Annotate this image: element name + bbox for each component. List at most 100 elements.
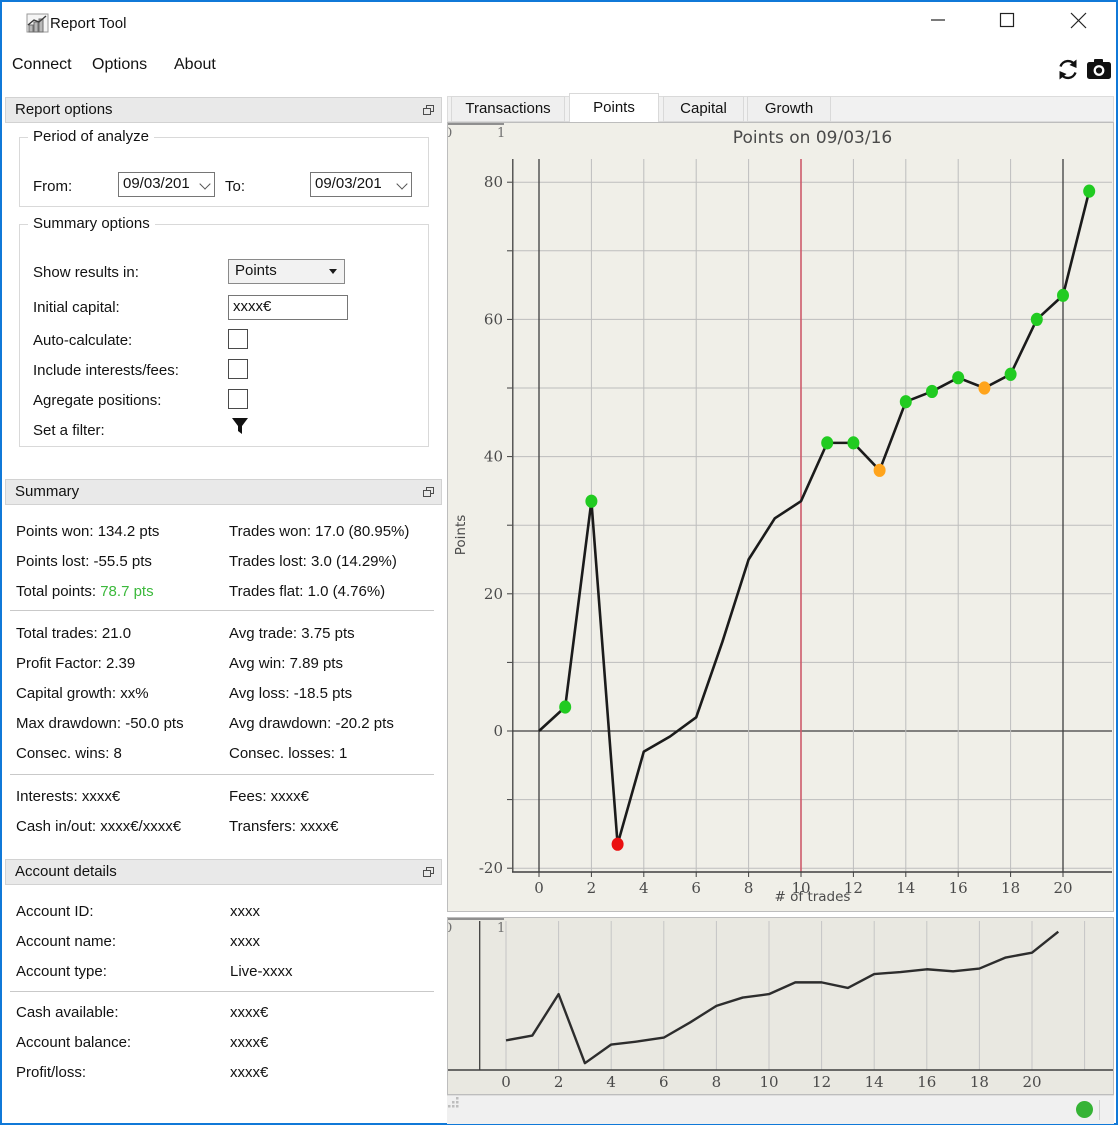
summary-options-group: Summary options Show results in: Points … — [19, 215, 429, 447]
undock-icon[interactable] — [423, 487, 434, 497]
overview-chart-canvas[interactable]: 0 2 4 6 8 10 12 14 16 18 20 0 1 — [447, 917, 1114, 1095]
summary-consec-wins: Consec. wins: 8 — [16, 745, 122, 762]
status-separator — [1099, 1100, 1100, 1120]
tick-label: 0 — [493, 722, 503, 740]
tick-label: 0 — [501, 1073, 511, 1091]
summary-options-legend: Summary options — [28, 215, 155, 232]
summary-max-drawdown: Max drawdown: -50.0 pts — [16, 715, 184, 732]
app-icon — [26, 13, 50, 34]
connection-status-dot — [1076, 1101, 1093, 1118]
camera-icon — [1087, 59, 1111, 79]
profit-loss-label: Profit/loss: — [16, 1064, 87, 1081]
screenshot-button[interactable] — [1086, 58, 1112, 80]
refresh-button[interactable] — [1055, 56, 1081, 83]
maximize-button[interactable] — [999, 12, 1027, 38]
account-type-value: Live-xxxx — [230, 963, 293, 980]
summary-cash-in-out: Cash in/out: xxxx€/xxxx€ — [16, 818, 182, 835]
tick-label: 6 — [659, 1073, 669, 1091]
close-button[interactable] — [1070, 12, 1098, 38]
menu-options[interactable]: Options — [86, 52, 153, 78]
tick-label: 80 — [484, 173, 503, 191]
summary-divider-1 — [10, 610, 434, 611]
win-marker — [559, 700, 572, 714]
account-name-value: xxxx — [230, 933, 260, 950]
tab-transactions[interactable]: Transactions — [451, 96, 565, 122]
big-loss-marker — [611, 837, 624, 851]
to-label: To: — [225, 178, 246, 195]
set-filter-label: Set a filter: — [33, 422, 105, 439]
tick-label: 60 — [484, 310, 503, 328]
undock-icon[interactable] — [423, 105, 434, 115]
chevron-down-icon[interactable] — [199, 178, 211, 190]
resize-grip[interactable] — [447, 1096, 460, 1109]
account-details-header: Account details — [5, 859, 442, 885]
tab-growth[interactable]: Growth — [747, 96, 831, 122]
agregate-positions-checkbox[interactable] — [228, 389, 248, 409]
summary-profit-factor: Profit Factor: 2.39 — [16, 655, 136, 672]
include-interests-checkbox[interactable] — [228, 359, 248, 379]
mini-ruler: 0 1 — [448, 918, 505, 938]
win-marker — [1083, 184, 1096, 198]
win-marker — [899, 395, 912, 409]
window-title: Report Tool — [50, 15, 127, 32]
from-date-combobox[interactable]: 09/03/201 — [118, 172, 215, 197]
filter-funnel-icon — [232, 418, 248, 434]
undock-icon[interactable] — [423, 867, 434, 877]
y-axis-label: Points — [453, 514, 469, 556]
summary-fees: Fees: xxxx€ — [229, 788, 310, 805]
win-marker — [585, 494, 598, 508]
tick-label: 40 — [484, 448, 503, 466]
report-options-title: Report options — [15, 101, 113, 118]
tick-label: 20 — [484, 585, 503, 603]
summary-header: Summary — [5, 479, 442, 505]
chevron-down-icon[interactable] — [396, 178, 408, 190]
summary-avg-trade: Avg trade: 3.75 pts — [229, 625, 355, 642]
account-type-label: Account type: — [16, 963, 107, 980]
tab-points[interactable]: Points — [569, 93, 659, 122]
filter-button[interactable] — [231, 417, 249, 439]
summary-interests: Interests: xxxx€ — [16, 788, 121, 805]
minimize-button[interactable] — [930, 12, 958, 38]
tab-capital[interactable]: Capital — [663, 96, 744, 122]
report-options-header: Report options — [5, 97, 442, 123]
from-label: From: — [33, 178, 73, 195]
total-points-value: 78.7 pts — [100, 583, 154, 600]
show-results-label: Show results in: — [33, 264, 139, 281]
tick-label: 14 — [865, 1073, 884, 1091]
tick-label: 10 — [759, 1073, 778, 1091]
to-date-combobox[interactable]: 09/03/201 — [310, 172, 412, 197]
cash-available-label: Cash available: — [16, 1004, 119, 1021]
win-marker — [1057, 288, 1069, 302]
summary-points-lost: Points lost: -55.5 pts — [16, 553, 152, 570]
summary-avg-drawdown: Avg drawdown: -20.2 pts — [229, 715, 394, 732]
small-loss-marker — [873, 463, 886, 477]
tick-label: 2 — [554, 1073, 564, 1091]
win-marker — [1030, 312, 1043, 326]
profit-loss-value: xxxx€ — [230, 1064, 269, 1081]
tick-label: 4 — [606, 1073, 616, 1091]
small-loss-marker — [978, 381, 991, 395]
tick-label: 12 — [812, 1073, 831, 1091]
tick-label: 16 — [917, 1073, 936, 1091]
menu-about[interactable]: About — [168, 52, 222, 78]
include-interests-label: Include interests/fees: — [33, 362, 179, 379]
win-marker — [1004, 367, 1017, 381]
points-chart-canvas[interactable]: -2002040608002468101214161820 0 1 Points… — [447, 122, 1114, 912]
menu-connect[interactable]: Connect — [6, 52, 78, 78]
summary-total-points: Total points: 78.7 pts — [16, 583, 154, 600]
initial-capital-input[interactable]: xxxx€ — [228, 295, 348, 320]
tick-label: -20 — [479, 859, 503, 877]
account-divider — [10, 991, 434, 992]
summary-trades-won: Trades won: 17.0 (80.95%) — [229, 523, 410, 540]
summary-points-won: Points won: 134.2 pts — [16, 523, 160, 540]
tick-label: 20 — [1022, 1073, 1041, 1091]
period-group-legend: Period of analyze — [28, 128, 154, 145]
account-id-label: Account ID: — [16, 903, 94, 920]
summary-avg-win: Avg win: 7.89 pts — [229, 655, 343, 672]
summary-avg-loss: Avg loss: -18.5 pts — [229, 685, 353, 702]
show-results-select[interactable]: Points — [228, 259, 345, 284]
tick-label: 18 — [970, 1073, 989, 1091]
summary-trades-flat: Trades flat: 1.0 (4.76%) — [229, 583, 386, 600]
auto-calculate-checkbox[interactable] — [228, 329, 248, 349]
account-id-value: xxxx — [230, 903, 260, 920]
